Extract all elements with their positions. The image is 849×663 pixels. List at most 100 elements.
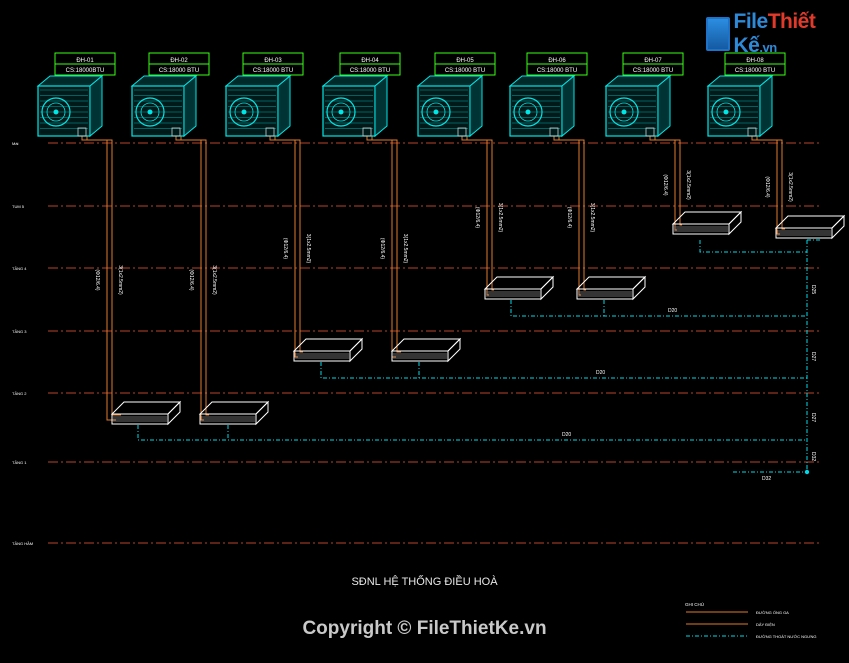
floor-label: Mái — [12, 141, 19, 146]
refrigerant-pipes: (Φ12/6.4) 3(1x2.5mm2) (Φ12/6.4) 3(1x2.5mm2)… — [81, 136, 793, 421]
outdoor-units: ĐH-01 CS:18000BTU ĐH-02 CS:18000 BTU ĐH-03 CS… — [36, 52, 786, 138]
fan-hub — [147, 109, 153, 115]
unit-capacity: CS:18000 BTU — [253, 68, 293, 74]
legend-title: GHI CHÚ — [685, 601, 704, 607]
unit-side — [759, 74, 773, 138]
unit-side — [657, 74, 671, 138]
cable-size-label: 3(1x2.5mm2) — [305, 234, 311, 264]
outdoor-unit: ĐH-03 CS:18000 BTU — [224, 52, 304, 138]
indoor-side — [349, 337, 363, 363]
drain-outlet — [804, 469, 810, 475]
legend-item-label: ĐƯỜNG ỐNG GA — [756, 610, 789, 615]
brand-logo: FileThiết Kế.vn — [706, 10, 849, 58]
fan-hub — [723, 109, 729, 115]
cable-size-label: 3(1x2.5mm2) — [402, 234, 408, 264]
pipe-size-label: (Φ12/6.4) — [282, 238, 288, 260]
indoor-side — [540, 275, 554, 301]
floor-label: TẦNG 3 — [12, 329, 27, 334]
indoor-side — [255, 400, 269, 426]
copyright-watermark: Copyright © FileThietKe.vn — [302, 618, 547, 639]
indoor-unit — [292, 337, 364, 363]
unit-capacity: CS:18000 BTU — [633, 68, 673, 74]
cable-size-label: 3(1x2.5mm2) — [211, 265, 217, 295]
drain-size-label: D27 — [810, 352, 816, 361]
drain-size-label: D20 — [668, 308, 677, 314]
hvac-schematic: Mái TUM 5 TẦNG 4 TẦNG 3 TẦNG 2 TẦNG 1 TẦNG HẦM… — [12, 52, 846, 639]
unit-code: ĐH-04 — [361, 58, 379, 64]
unit-code: ĐH-05 — [456, 58, 474, 64]
outdoor-unit: ĐH-04 CS:18000 BTU — [321, 52, 401, 138]
unit-side — [561, 74, 575, 138]
unit-code: ĐH-03 — [264, 58, 282, 64]
logo-icon — [706, 17, 730, 51]
outdoor-unit: ĐH-06 CS:18000 BTU — [508, 52, 588, 138]
indoor-side — [447, 337, 461, 363]
floor-label: TẦNG 2 — [12, 391, 27, 396]
refrigerant-pipe — [180, 136, 209, 416]
fan-hub — [621, 109, 627, 115]
indoor-unit — [774, 214, 846, 240]
drawing-title: SĐNL HỆ THỐNG ĐIỀU HOÀ — [351, 576, 498, 588]
unit-capacity: CS:18000 BTU — [445, 68, 485, 74]
indoor-unit — [483, 275, 555, 301]
logo-domain: .vn — [759, 40, 777, 55]
fan-hub — [338, 109, 344, 115]
drain-size-label: D25 — [810, 285, 816, 294]
unit-side — [277, 74, 291, 138]
pipe-size-label: (Φ12/6.4) — [566, 207, 572, 229]
refrigerant-pipe — [756, 136, 785, 230]
unit-code: ĐH-02 — [170, 58, 188, 64]
outdoor-unit: ĐH-01 CS:18000BTU — [36, 52, 116, 138]
fan-hub — [525, 109, 531, 115]
cable-size-label: 3(1x2.5mm2) — [685, 170, 691, 200]
logo-text: FileThiết Kế.vn — [734, 10, 849, 58]
cable-size-label: 3(1x2.5mm2) — [589, 203, 595, 233]
unit-capacity: CS:18000 BTU — [735, 68, 775, 74]
fan-hub — [53, 109, 59, 115]
fan-hub — [433, 109, 439, 115]
floor-label: TẦNG HẦM — [12, 541, 33, 546]
unit-code: ĐH-01 — [76, 58, 94, 64]
outdoor-unit: ĐH-07 CS:18000 BTU — [604, 52, 684, 138]
unit-code: ĐH-07 — [644, 58, 662, 64]
refrigerant-pipe — [86, 136, 121, 416]
drain-size-label: D32 — [762, 476, 771, 482]
unit-side — [374, 74, 388, 138]
drain-line — [510, 300, 807, 317]
pipe-size-label: (Φ12/6.4) — [764, 176, 770, 198]
unit-side — [469, 74, 483, 138]
drain-line — [137, 425, 807, 441]
drain-size-label: D32 — [810, 452, 816, 461]
refrigerant-pipe — [371, 136, 401, 353]
unit-capacity: CS:18000 BTU — [350, 68, 390, 74]
floor-label: TẦNG 1 — [12, 460, 27, 465]
drain-line — [699, 240, 807, 253]
outdoor-unit: ĐH-05 CS:18000 BTU — [416, 52, 496, 138]
logo-name-accent: Thiết — [767, 10, 816, 33]
unit-side — [183, 74, 197, 138]
drain-size-label: D20 — [596, 370, 605, 376]
refrigerant-pipe — [274, 136, 303, 353]
outdoor-unit: ĐH-02 CS:18000 BTU — [130, 52, 210, 138]
pipe-size-label: (Φ12/6.4) — [188, 269, 194, 291]
indoor-side — [632, 275, 646, 301]
fan-hub — [241, 109, 247, 115]
unit-code: ĐH-08 — [746, 58, 764, 64]
cable-size-label: 3(1x2.5mm2) — [787, 172, 793, 202]
drain-network: D20 D20 D20 D25 D27 D27 D32 D32 — [137, 239, 820, 482]
indoor-unit — [110, 400, 182, 426]
unit-capacity: CS:18000BTU — [66, 68, 105, 74]
pipe-size-label: (Φ12/6.4) — [474, 207, 480, 229]
indoor-unit — [671, 210, 743, 236]
drain-size-label: D20 — [562, 432, 571, 438]
cable-size-label: 3(1x2.5mm2) — [497, 203, 503, 233]
indoor-unit — [390, 337, 462, 363]
indoor-side — [167, 400, 181, 426]
pipe-size-label: (Φ12/6.4) — [94, 269, 100, 291]
floor-label: TẦNG 4 — [12, 266, 27, 271]
indoor-side — [728, 210, 742, 236]
indoor-side — [831, 214, 845, 240]
floor-label: TUM 5 — [12, 204, 25, 209]
logo-name-end: Kế — [733, 34, 760, 57]
pipe-size-label: (Φ12/6.4) — [379, 238, 385, 260]
